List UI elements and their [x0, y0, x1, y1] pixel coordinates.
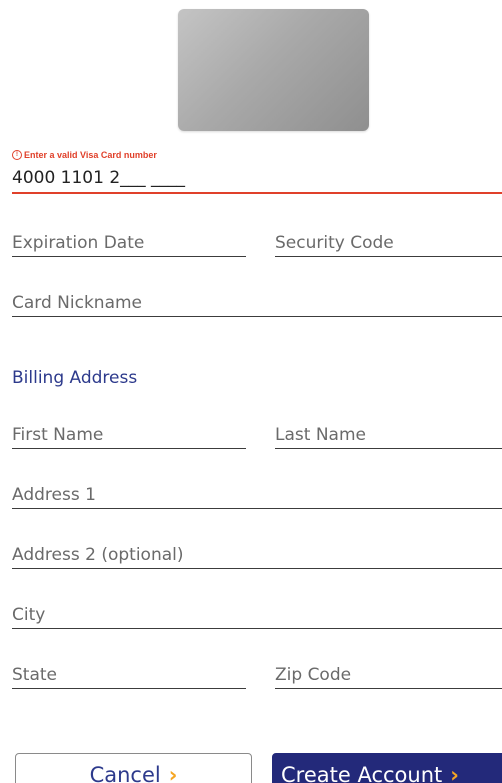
first-name-input[interactable]	[12, 425, 246, 445]
security-code-input[interactable]	[275, 233, 502, 253]
card-number-field-wrapper	[12, 162, 502, 194]
create-account-button[interactable]: Create Account ›	[272, 753, 502, 783]
expiration-date-field-wrapper	[12, 223, 246, 257]
billing-address-heading: Billing Address	[12, 368, 138, 388]
create-account-button-label: Create Account	[281, 763, 443, 783]
address2-field-wrapper	[12, 535, 502, 569]
city-field-wrapper	[12, 595, 502, 629]
first-name-field-wrapper	[12, 415, 246, 449]
address1-field-wrapper	[12, 475, 502, 509]
address1-input[interactable]	[12, 485, 502, 505]
zip-code-field-wrapper	[275, 655, 502, 689]
error-icon: !	[12, 150, 22, 160]
zip-code-input[interactable]	[275, 665, 502, 685]
address2-input[interactable]	[12, 545, 502, 565]
card-number-error-text: Enter a valid Visa Card number	[24, 150, 157, 160]
cancel-button[interactable]: Cancel ›	[15, 753, 252, 783]
card-number-input[interactable]	[12, 168, 502, 188]
security-code-field-wrapper	[275, 223, 502, 257]
last-name-input[interactable]	[275, 425, 502, 445]
cancel-button-label: Cancel	[89, 763, 161, 783]
card-image	[178, 9, 369, 131]
chevron-right-icon: ›	[168, 763, 178, 783]
card-nickname-field-wrapper	[12, 283, 502, 317]
last-name-field-wrapper	[275, 415, 502, 449]
state-input[interactable]	[12, 665, 246, 685]
chevron-right-icon: ›	[450, 763, 459, 783]
city-input[interactable]	[12, 605, 502, 625]
card-nickname-input[interactable]	[12, 293, 502, 313]
expiration-date-input[interactable]	[12, 233, 246, 253]
card-number-error: ! Enter a valid Visa Card number	[12, 150, 157, 160]
add-card-form: ! Enter a valid Visa Card number Billing…	[0, 0, 502, 783]
state-field-wrapper	[12, 655, 246, 689]
